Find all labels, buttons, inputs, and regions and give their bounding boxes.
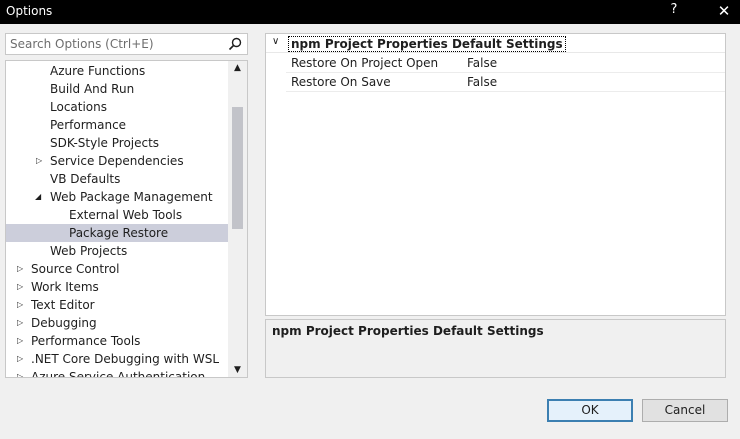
description-title: npm Project Properties Default Settings: [272, 324, 544, 338]
tree-item[interactable]: ▷ Azure Service Authentication: [6, 368, 228, 377]
property-value[interactable]: False: [467, 54, 497, 72]
chevron-down-icon[interactable]: ∨: [272, 36, 279, 47]
cancel-button[interactable]: Cancel: [642, 399, 728, 422]
tree-item[interactable]: VB Defaults: [6, 170, 228, 188]
scroll-down-icon[interactable]: ▼: [228, 365, 247, 375]
window-title: Options: [6, 4, 53, 18]
category-label: npm Project Properties Default Settings: [288, 36, 566, 52]
ok-button[interactable]: OK: [547, 399, 633, 422]
options-tree[interactable]: Azure Functions Build And Run Locations …: [5, 60, 248, 378]
tree-item[interactable]: SDK-Style Projects: [6, 134, 228, 152]
expand-arrow-icon[interactable]: ▷: [36, 152, 46, 170]
property-value[interactable]: False: [467, 73, 497, 91]
tree-item[interactable]: Locations: [6, 98, 228, 116]
property-name: Restore On Project Open: [291, 56, 439, 70]
tree-item[interactable]: ▷ Performance Tools: [6, 332, 228, 350]
help-button[interactable]: ?: [668, 2, 680, 17]
tree-item[interactable]: ▷ Work Items: [6, 278, 228, 296]
scroll-up-icon[interactable]: ▲: [228, 63, 247, 73]
title-bar: Options ? ✕: [0, 0, 740, 24]
property-row[interactable]: Restore On Save False: [286, 73, 725, 92]
tree-item[interactable]: ▷ .NET Core Debugging with WSL: [6, 350, 228, 368]
scrollbar-thumb[interactable]: [232, 107, 243, 229]
tree-scrollbar[interactable]: ▲ ▼: [228, 61, 247, 377]
expand-arrow-icon[interactable]: ▷: [17, 278, 27, 296]
tree-item[interactable]: ▷ Debugging: [6, 314, 228, 332]
expand-arrow-icon[interactable]: ▷: [17, 332, 27, 350]
tree-item-selected[interactable]: Package Restore: [6, 224, 228, 242]
property-row[interactable]: Restore On Project Open False: [286, 54, 725, 73]
close-button[interactable]: ✕: [708, 0, 740, 24]
tree-item[interactable]: ◢ Web Package Management: [6, 188, 228, 206]
tree-item[interactable]: Azure Functions: [6, 62, 228, 80]
property-name: Restore On Save: [291, 75, 391, 89]
description-panel: npm Project Properties Default Settings: [265, 319, 726, 378]
collapse-arrow-icon[interactable]: ◢: [35, 188, 45, 206]
search-icon[interactable]: [227, 36, 243, 52]
expand-arrow-icon[interactable]: ▷: [17, 296, 27, 314]
tree-item[interactable]: Performance: [6, 116, 228, 134]
tree-item[interactable]: ▷ Source Control: [6, 260, 228, 278]
property-grid[interactable]: ∨ npm Project Properties Default Setting…: [265, 33, 726, 316]
expand-arrow-icon[interactable]: ▷: [17, 350, 27, 368]
tree-item[interactable]: ▷ Text Editor: [6, 296, 228, 314]
tree-item[interactable]: External Web Tools: [6, 206, 228, 224]
search-options-input[interactable]: Search Options (Ctrl+E): [5, 33, 248, 55]
expand-arrow-icon[interactable]: ▷: [17, 260, 27, 278]
tree-item[interactable]: Build And Run: [6, 80, 228, 98]
search-placeholder: Search Options (Ctrl+E): [10, 37, 154, 51]
tree-item[interactable]: ▷ Service Dependencies: [6, 152, 228, 170]
tree-item[interactable]: Web Projects: [6, 242, 228, 260]
property-category[interactable]: ∨ npm Project Properties Default Setting…: [266, 35, 725, 53]
expand-arrow-icon[interactable]: ▷: [17, 368, 27, 377]
expand-arrow-icon[interactable]: ▷: [17, 314, 27, 332]
